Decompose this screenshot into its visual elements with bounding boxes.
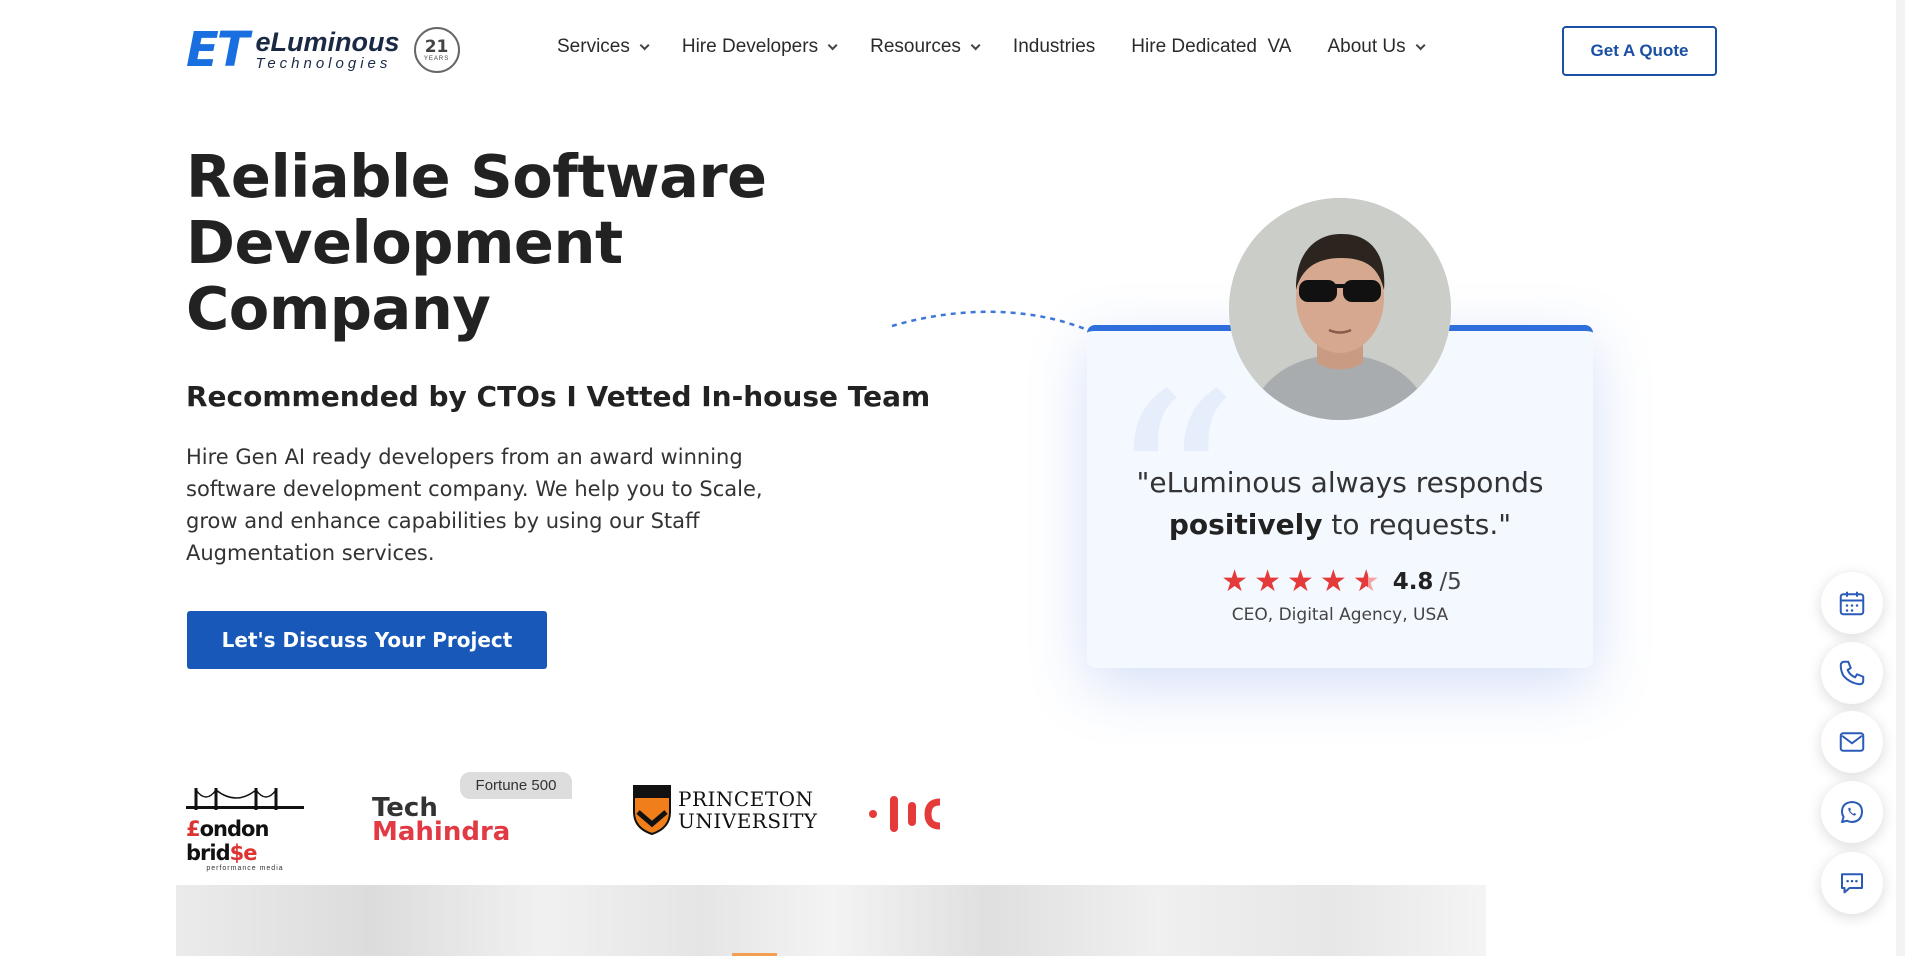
hero-description: Hire Gen AI ready developers from an awa… xyxy=(186,445,763,565)
chat-button[interactable] xyxy=(1821,852,1883,914)
nav-item-services[interactable]: Services xyxy=(557,36,650,58)
quote-line-1: "eLuminous always responds xyxy=(1136,466,1544,499)
star-half-icon: ★ xyxy=(1352,564,1380,599)
nav-item-hire-dedicated-va[interactable]: Hire Dedicated VA xyxy=(1131,36,1291,58)
star-icon: ★ xyxy=(1254,564,1281,599)
testimonial-quote: "eLuminous always responds positively to… xyxy=(1087,462,1593,546)
mail-icon xyxy=(1839,732,1865,752)
london-bridge-tagline: performance media xyxy=(206,865,284,872)
nav-item-about-us[interactable]: About Us xyxy=(1327,36,1426,58)
brand-name: eLuminous xyxy=(255,27,400,57)
princeton-text: PRINCETON UNIVERSITY xyxy=(678,788,818,832)
chevron-down-icon xyxy=(970,39,981,50)
phone-button[interactable] xyxy=(1821,642,1883,704)
princeton-logo: PRINCETON UNIVERSITY xyxy=(632,784,818,836)
shield-icon xyxy=(633,785,671,836)
rating-value: 4.8 xyxy=(1392,569,1434,595)
anniversary-badge: 21 YEARS xyxy=(413,27,460,73)
nav-item-hire-developers[interactable]: Hire Developers xyxy=(681,36,838,58)
badge-number: 21 xyxy=(424,36,449,57)
hero-title: Reliable Software Development Company xyxy=(186,142,767,343)
logo-text: eLuminous Technologies xyxy=(256,28,400,72)
scrollbar[interactable] xyxy=(1896,0,1905,956)
bridge-icon xyxy=(186,788,304,810)
nav-label: About Us xyxy=(1327,36,1406,57)
chevron-down-icon xyxy=(639,39,650,50)
logo-mark: ET xyxy=(186,22,250,78)
princeton-line2: UNIVERSITY xyxy=(678,809,818,833)
tech-mahindra-line2: Mahindra xyxy=(372,817,511,847)
quote-emphasis: positively xyxy=(1168,508,1323,541)
star-icon: ★ xyxy=(1221,564,1249,599)
chevron-down-icon xyxy=(1415,39,1426,50)
nav-item-industries[interactable]: Industries xyxy=(1013,36,1095,58)
whatsapp-icon xyxy=(1841,801,1863,823)
team-photo-strip xyxy=(176,885,1486,956)
nav-label: Resources xyxy=(870,36,961,57)
calendar-button[interactable] xyxy=(1821,572,1883,634)
star-icon: ★ xyxy=(1286,564,1314,599)
hero-subtitle: Recommended by CTOs I Vetted In-house Te… xyxy=(186,380,931,413)
nav-item-resources[interactable]: Resources xyxy=(870,36,981,58)
nav-label: Hire Developers xyxy=(681,36,819,57)
london-bridge-name: £ondon brid$e xyxy=(186,817,269,865)
calendar-icon xyxy=(1839,591,1865,616)
quote-line-2: positively to requests." xyxy=(1087,504,1593,546)
rating-max: /5 xyxy=(1439,569,1462,595)
princeton-line1: PRINCETON xyxy=(678,787,814,811)
badge-label: YEARS xyxy=(423,55,450,62)
quote-end: to requests." xyxy=(1322,508,1512,541)
phone-icon xyxy=(1839,660,1865,686)
testimonial-author: CEO, Digital Agency, USA xyxy=(1231,605,1449,625)
star-icon: ★ xyxy=(1319,564,1347,599)
site-header: ET eLuminous Technologies 21 YEARS Servi… xyxy=(0,0,1905,100)
nav-label: Hire Dedicated VA xyxy=(1131,36,1292,57)
chevron-down-icon xyxy=(827,39,838,50)
chat-icon xyxy=(1841,873,1863,894)
brand-logo[interactable]: ET eLuminous Technologies 21 YEARS xyxy=(186,26,460,74)
tech-mahindra-logo: Tech Mahindra xyxy=(372,795,511,847)
nav-label: Services xyxy=(557,36,630,57)
whatsapp-button[interactable] xyxy=(1821,781,1883,843)
brand-subtitle: Technologies xyxy=(255,55,392,72)
get-a-quote-button[interactable]: Get A Quote xyxy=(1562,26,1717,76)
discuss-project-button[interactable]: Let's Discuss Your Project xyxy=(187,611,547,669)
rating: ★ ★ ★ ★ ★ 4.8 /5 xyxy=(1087,567,1593,597)
person-photo xyxy=(1229,198,1451,420)
main-nav: Services Hire Developers Resources Indus… xyxy=(557,36,1458,58)
fortune-500-badge: Fortune 500 xyxy=(460,772,572,799)
avatar xyxy=(1229,198,1451,420)
email-button[interactable] xyxy=(1821,711,1883,773)
nav-label: Industries xyxy=(1012,36,1096,57)
london-bridge-logo: £ondon brid$e performance media xyxy=(186,784,304,872)
partial-client-logo xyxy=(869,796,940,832)
